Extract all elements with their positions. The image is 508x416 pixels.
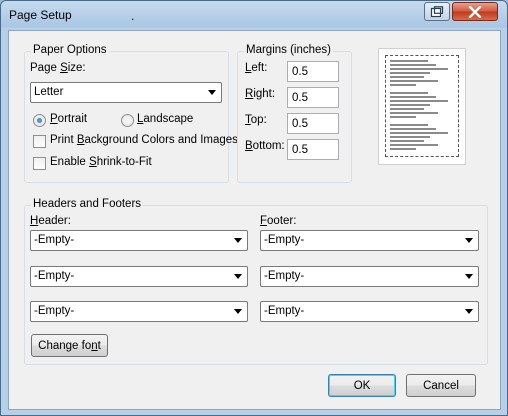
shrink-to-fit-label[interactable]: Enable Shrink-to-Fit <box>50 156 152 168</box>
close-button[interactable] <box>452 2 498 21</box>
window-title: Page Setup <box>9 8 72 22</box>
page-preview-margins <box>385 55 459 157</box>
left-margin-input[interactable]: 0.5 <box>287 61 339 82</box>
dialog-body: Paper Options Page Size: Letter Portrait… <box>8 30 501 410</box>
top-margin-label: Top: <box>245 114 267 126</box>
bottom-margin-label: Bottom: <box>245 140 285 152</box>
footer-label: Footer: <box>260 215 297 227</box>
headers-footers-title: Headers and Footers <box>31 198 144 210</box>
header-select-1[interactable]: -Empty- <box>30 230 248 251</box>
header-select-3[interactable]: -Empty- <box>30 301 248 322</box>
page-size-value: Letter <box>34 86 64 98</box>
top-margin-input[interactable]: 0.5 <box>287 113 339 134</box>
ok-button[interactable]: OK <box>328 374 396 397</box>
chevron-down-icon <box>204 85 219 100</box>
close-icon <box>468 5 482 18</box>
portrait-radio[interactable] <box>33 114 46 127</box>
paper-options-title: Paper Options <box>31 44 109 56</box>
title-dot: . <box>131 9 135 23</box>
cancel-button[interactable]: Cancel <box>406 374 476 397</box>
chevron-down-icon <box>230 269 245 284</box>
header-label: Header: <box>30 215 71 227</box>
bottom-margin-input[interactable]: 0.5 <box>287 139 339 160</box>
restore-button[interactable] <box>424 2 450 21</box>
page-setup-window: Page Setup . Paper Options Page Size: Le… <box>0 0 508 416</box>
chevron-down-icon <box>461 269 476 284</box>
landscape-label[interactable]: Landscape <box>137 113 193 125</box>
footer-select-2[interactable]: -Empty- <box>260 266 479 287</box>
print-background-checkbox[interactable] <box>33 135 46 148</box>
header-select-2[interactable]: -Empty- <box>30 266 248 287</box>
footer-select-1[interactable]: -Empty- <box>260 230 479 251</box>
footer-select-3[interactable]: -Empty- <box>260 301 479 322</box>
margins-title: Margins (inches) <box>244 44 333 56</box>
chevron-down-icon <box>230 304 245 319</box>
page-preview <box>378 48 466 165</box>
left-margin-label: Left: <box>245 62 268 74</box>
portrait-label[interactable]: Portrait <box>50 113 87 125</box>
print-background-label[interactable]: Print Background Colors and Images <box>50 134 238 146</box>
page-size-label: Page Size: <box>30 62 86 74</box>
landscape-radio[interactable] <box>121 114 134 127</box>
restore-icon <box>430 5 444 17</box>
chevron-down-icon <box>461 233 476 248</box>
chevron-down-icon <box>461 304 476 319</box>
shrink-to-fit-checkbox[interactable] <box>33 157 46 170</box>
right-margin-label: Right: <box>245 88 276 100</box>
page-size-select[interactable]: Letter <box>30 82 222 103</box>
change-font-button[interactable]: Change fo n t <box>31 334 108 357</box>
title-bar[interactable]: Page Setup . <box>1 1 507 29</box>
right-margin-input[interactable]: 0.5 <box>287 87 339 108</box>
chevron-down-icon <box>230 233 245 248</box>
